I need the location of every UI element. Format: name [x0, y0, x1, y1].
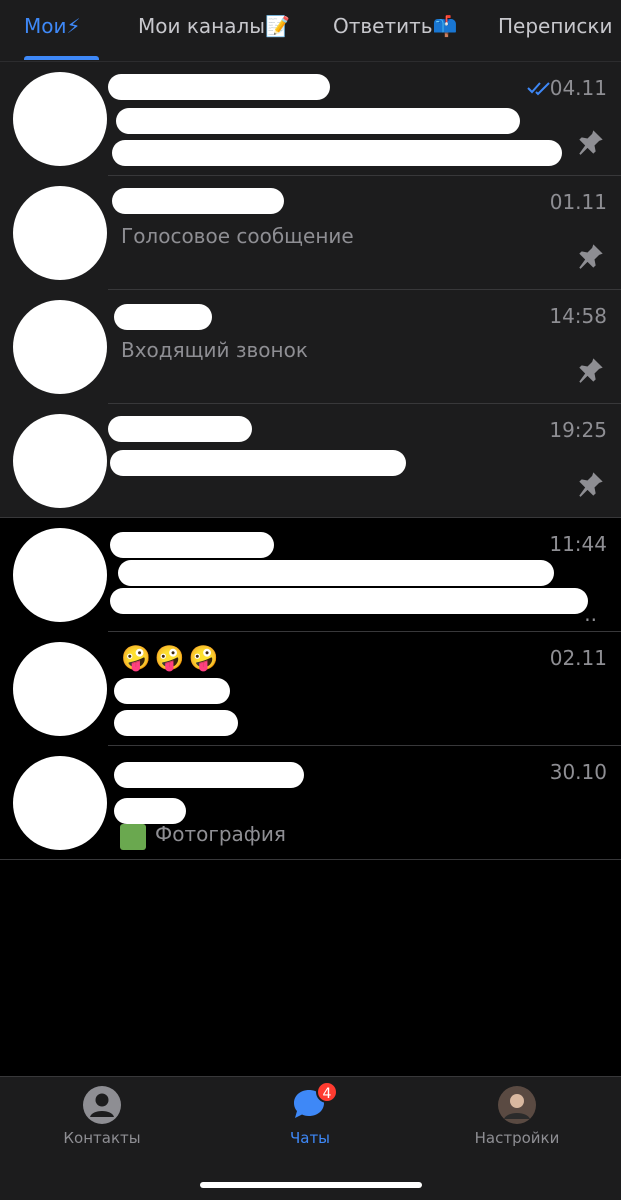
- redacted-name: [108, 74, 330, 100]
- tab-contacts[interactable]: Контакты: [22, 1085, 182, 1147]
- message-preview: Входящий звонок: [121, 338, 308, 362]
- redacted-message: [118, 560, 554, 586]
- redacted-name: [110, 532, 274, 558]
- tab-otvetit[interactable]: Ответить📫: [333, 14, 457, 38]
- tab-perepiski[interactable]: Переписки: [498, 14, 613, 38]
- folder-tabs: Мои⚡ Мои каналы📝 Ответить📫 Переписки: [0, 0, 621, 62]
- chat-time: 02.11: [549, 646, 607, 670]
- redacted-message: [114, 678, 230, 704]
- chat-time: 14:58: [549, 304, 607, 328]
- home-indicator: [200, 1182, 422, 1188]
- redacted-name: [112, 188, 284, 214]
- redacted-message: [112, 140, 562, 166]
- chat-name-emoji: 🤪🤪🤪: [121, 644, 223, 672]
- contacts-icon: [83, 1086, 121, 1124]
- unread-badge: 4: [316, 1081, 338, 1103]
- chat-time: 04.11: [549, 76, 607, 100]
- avatar: [13, 414, 107, 508]
- redacted-message: [110, 450, 406, 476]
- tab-contacts-label: Контакты: [63, 1129, 141, 1147]
- redacted-message: [116, 108, 520, 134]
- chat-row[interactable]: .. 11:44: [0, 518, 621, 632]
- chat-row[interactable]: 04.11: [0, 62, 621, 176]
- profile-avatar-icon: [498, 1086, 536, 1124]
- avatar: [13, 756, 107, 850]
- redacted-message: [110, 588, 588, 614]
- ellipsis: ..: [584, 602, 597, 626]
- message-preview: Голосовое сообщение: [121, 224, 354, 248]
- chat-time: 11:44: [549, 532, 607, 556]
- avatar: [13, 186, 107, 280]
- pin-icon: [579, 358, 603, 383]
- chat-row[interactable]: 01.11 Голосовое сообщение: [0, 176, 621, 290]
- chat-row[interactable]: 14:58 Входящий звонок: [0, 290, 621, 404]
- avatar: [13, 72, 107, 166]
- avatar: [13, 642, 107, 736]
- tab-moi-kanaly[interactable]: Мои каналы📝: [138, 14, 290, 38]
- chat-row[interactable]: Фотография 30.10: [0, 746, 621, 860]
- pin-icon: [579, 244, 603, 269]
- avatar: [13, 300, 107, 394]
- tab-settings[interactable]: Настройки: [437, 1085, 597, 1147]
- bottom-tab-bar: Контакты 4 Чаты Настройки: [0, 1076, 621, 1200]
- pin-icon: [579, 130, 603, 155]
- redacted-name: [114, 762, 304, 788]
- chat-row[interactable]: 🤪🤪🤪 02.11: [0, 632, 621, 746]
- chat-time: 01.11: [549, 190, 607, 214]
- avatar: [13, 528, 107, 622]
- tab-moi[interactable]: Мои⚡: [24, 14, 81, 38]
- tab-chats-label: Чаты: [289, 1129, 331, 1147]
- chat-time: 19:25: [549, 418, 607, 442]
- redacted-name: [114, 304, 212, 330]
- redacted-name: [108, 416, 252, 442]
- photo-thumbnail: [120, 824, 146, 850]
- chat-time: 30.10: [549, 760, 607, 784]
- redacted-message: [114, 798, 186, 824]
- redacted-message: [114, 710, 238, 736]
- active-tab-indicator: [24, 56, 99, 60]
- pin-icon: [579, 472, 603, 497]
- chats-icon: 4: [290, 1081, 338, 1125]
- divider: [0, 859, 621, 860]
- message-preview: Фотография: [155, 822, 286, 846]
- chat-row[interactable]: 19:25: [0, 404, 621, 518]
- tab-settings-label: Настройки: [474, 1129, 560, 1147]
- tab-chats[interactable]: 4 Чаты: [230, 1081, 390, 1147]
